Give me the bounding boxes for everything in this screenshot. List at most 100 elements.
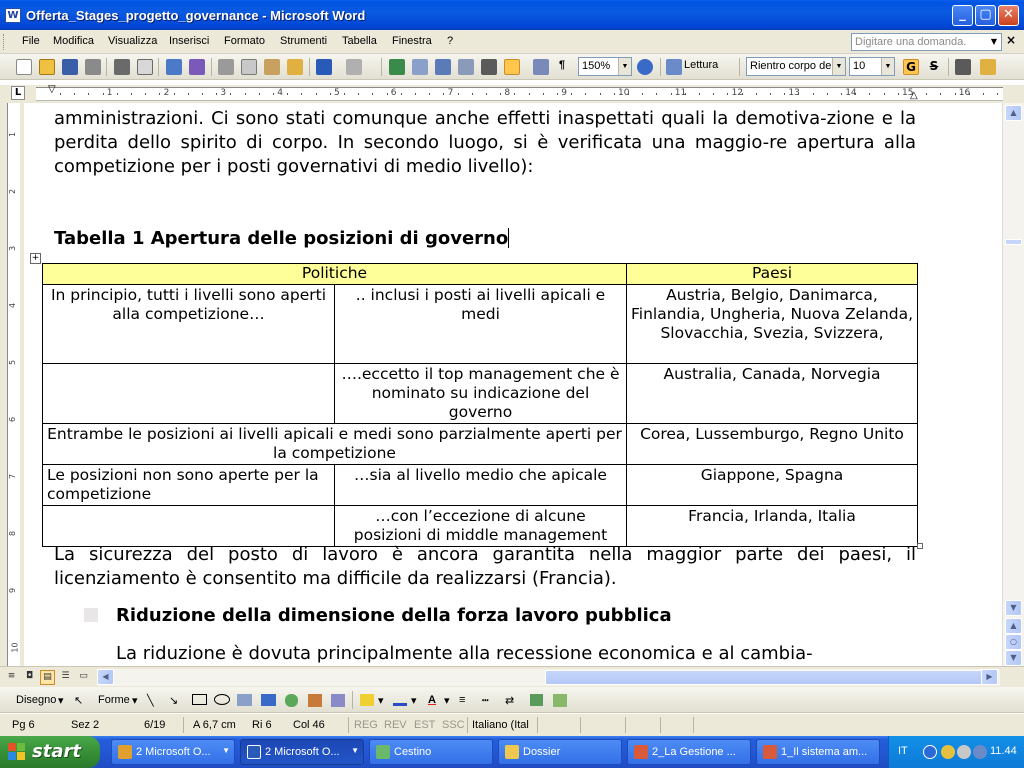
zoom-select[interactable]: 150% ▼ [578, 57, 632, 76]
taskbar-item-dossier[interactable]: Dossier [498, 739, 622, 765]
menu-modifica[interactable]: Modifica [53, 35, 94, 47]
horizontal-ruler[interactable]: L 1 2 3 4 5 6 7 8 9 10 11 12 13 14 15 16 ▽ △ [0, 85, 1024, 103]
policy-table[interactable]: Politiche Paesi In principio, tutti i li… [42, 263, 918, 547]
chevron-down-icon[interactable]: ▼ [881, 58, 894, 75]
word-app-icon[interactable]: W [5, 8, 21, 23]
paragraph-1[interactable]: amministrazioni. Ci sono stati comunque … [54, 107, 916, 179]
undo-icon[interactable] [316, 59, 332, 75]
status-overtype[interactable]: SSC [442, 719, 465, 731]
columns-icon[interactable] [481, 59, 497, 75]
minimize-button[interactable]: _ [952, 5, 973, 26]
chevron-down-icon[interactable]: ▼ [832, 58, 845, 75]
menu-grip[interactable] [3, 34, 6, 50]
chevron-down-icon[interactable]: ▼ [618, 58, 631, 75]
outline-view-icon[interactable]: ☰ [58, 670, 73, 685]
insert-picture-icon[interactable] [331, 694, 345, 707]
table-caption[interactable]: Tabella 1 Apertura delle posizioni di go… [54, 228, 510, 249]
horizontal-scrollbar[interactable]: ◀ ▶ [97, 669, 1000, 686]
ruler-body[interactable] [36, 87, 1003, 101]
taskbar-item-gestione[interactable]: 2_La Gestione ... [627, 739, 751, 765]
vertical-scrollbar[interactable]: ▲ ▼ ▲ ○ ▼ [1002, 103, 1024, 666]
document-area[interactable]: amministrazioni. Ci sono stati comunque … [24, 103, 1002, 666]
right-indent-marker-icon[interactable]: △ [910, 91, 918, 101]
wordart-icon[interactable] [261, 694, 276, 706]
shadow-style-icon[interactable] [530, 694, 543, 706]
chevron-down-icon[interactable]: ▾ [132, 694, 138, 707]
indent-marker-icon[interactable]: ▽ [48, 85, 56, 95]
menu-formato[interactable]: Formato [224, 35, 265, 47]
drawing-toggle-icon[interactable] [504, 59, 520, 75]
table-cell[interactable]: Francia, Irlanda, Italia [626, 505, 918, 547]
tray-app-icon[interactable] [941, 745, 955, 759]
menu-inserisci[interactable]: Inserisci [169, 35, 209, 47]
previous-page-icon[interactable]: ▲ [1005, 618, 1022, 634]
help-icon[interactable] [637, 59, 653, 75]
show-formatting-icon[interactable]: ¶ [559, 59, 565, 71]
insert-table-icon[interactable] [435, 59, 451, 75]
tray-chevron-icon[interactable] [923, 745, 937, 759]
line-icon[interactable]: ╲ [147, 694, 154, 707]
table-cell[interactable]: …con l’eccezione di alcune posizioni di … [334, 505, 627, 547]
chevron-down-icon[interactable]: ▾ [58, 694, 64, 707]
close-button[interactable]: ✕ [998, 5, 1019, 26]
styles-formatting-icon[interactable] [980, 59, 996, 75]
taskbar-item-outlook[interactable]: 2 Microsoft O... ▼ [111, 739, 235, 765]
menu-visualizza[interactable]: Visualizza [108, 35, 157, 47]
print-layout-icon[interactable]: ▤ [40, 670, 55, 685]
web-view-icon[interactable]: ◘ [22, 670, 37, 685]
rectangle-icon[interactable] [192, 694, 207, 705]
menu-file[interactable]: File [22, 35, 40, 47]
table-cell[interactable]: Giappone, Spagna [626, 464, 918, 506]
reading-icon[interactable] [666, 59, 682, 75]
new-document-icon[interactable] [16, 59, 32, 75]
autoshapes-button[interactable]: Forme [98, 694, 130, 706]
status-record-macro[interactable]: REG [354, 719, 378, 731]
drawing-menu-button[interactable]: Disegno [16, 694, 56, 706]
chevron-down-icon[interactable]: ▾ [444, 694, 450, 707]
cut-icon[interactable] [218, 59, 234, 75]
table-cell[interactable]: Le posizioni non sono aperte per la comp… [42, 464, 335, 506]
table-move-handle-icon[interactable]: + [30, 253, 41, 264]
tables-borders-icon[interactable] [412, 59, 428, 75]
print-preview-icon[interactable] [137, 59, 153, 75]
3d-style-icon[interactable] [553, 694, 567, 707]
dash-style-icon[interactable]: ┅ [482, 694, 489, 707]
line-color-icon[interactable] [393, 694, 407, 706]
copy-icon[interactable] [241, 59, 257, 75]
network-icon[interactable] [957, 745, 971, 759]
table-cell[interactable]: Corea, Lussemburgo, Regno Unito [626, 423, 918, 465]
menu-help[interactable]: ? [447, 35, 453, 47]
line-style-icon[interactable]: ≡ [459, 694, 465, 706]
status-language[interactable]: Italiano (Ital [472, 719, 529, 731]
clock[interactable]: 11.44 [990, 745, 1017, 757]
reading-layout-button[interactable]: Lettura [684, 59, 718, 71]
bold-button[interactable]: G [903, 59, 919, 75]
reading-view-icon[interactable]: ▭ [76, 670, 91, 685]
menu-finestra[interactable]: Finestra [392, 35, 432, 47]
start-button[interactable]: start [0, 736, 100, 768]
redo-icon[interactable] [346, 59, 362, 75]
document-map-icon[interactable] [533, 59, 549, 75]
clip-art-icon[interactable] [308, 694, 322, 707]
ask-dropdown-icon[interactable]: ▼ [987, 34, 1001, 50]
vertical-ruler[interactable]: 1 2 3 4 5 6 7 8 9 10 [0, 103, 24, 666]
taskbar-item-word[interactable]: 2 Microsoft O... ▼ [240, 739, 364, 765]
paste-icon[interactable] [264, 59, 280, 75]
document-close-icon[interactable]: × [1006, 33, 1016, 47]
table-cell[interactable]: Austria, Belgio, Danimarca, Finlandia, U… [626, 284, 918, 364]
scroll-up-icon[interactable]: ▲ [1005, 105, 1022, 121]
spelling-icon[interactable] [166, 59, 182, 75]
table-cell[interactable] [42, 363, 335, 424]
paragraph-3[interactable]: La riduzione è dovuta principalmente all… [116, 642, 916, 666]
chevron-down-icon[interactable]: ▾ [378, 694, 384, 707]
scroll-right-icon[interactable]: ▶ [981, 669, 998, 685]
chevron-down-icon[interactable]: ▾ [411, 694, 417, 707]
font-color-icon[interactable]: A [428, 694, 436, 706]
header-politiche[interactable]: Politiche [42, 263, 627, 285]
save-icon[interactable] [62, 59, 78, 75]
next-page-icon[interactable]: ▼ [1005, 650, 1022, 666]
table-cell[interactable] [42, 505, 335, 547]
table-cell[interactable]: Australia, Canada, Norvegia [626, 363, 918, 424]
language-indicator[interactable]: IT [898, 745, 908, 757]
bullets-icon[interactable] [955, 59, 971, 75]
